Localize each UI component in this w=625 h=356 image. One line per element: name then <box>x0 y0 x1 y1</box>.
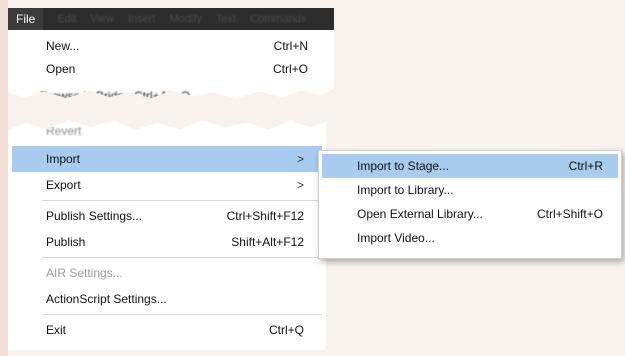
menu-item-label: Import <box>46 152 81 166</box>
submenu-item-import-to-stage[interactable]: Import to Stage... Ctrl+R <box>322 154 618 178</box>
menu-item-publish[interactable]: Publish Shift+Alt+F12 <box>12 229 322 255</box>
menu-modify-blurred[interactable]: Modify <box>169 13 201 25</box>
menu-item-label: Import Video... <box>357 231 435 245</box>
submenu-item-import-video[interactable]: Import Video... <box>319 226 621 250</box>
menu-item-shortcut: Shift+Alt+F12 <box>231 235 304 249</box>
file-menu-top-fragment: File Edit View Insert Modify Text Comman… <box>8 8 334 103</box>
menu-item-label: Open External Library... <box>357 207 483 221</box>
menu-item-shortcut: Ctrl+N <box>273 38 308 53</box>
menu-item-label: New... <box>46 38 80 53</box>
file-menu-top-list: New... Ctrl+N Open Ctrl+O <box>8 30 334 80</box>
menu-item-label: Publish <box>46 235 86 249</box>
import-submenu: Import to Stage... Ctrl+R Import to Libr… <box>318 150 622 259</box>
menu-commands-blurred[interactable]: Commands <box>250 13 306 25</box>
menu-separator <box>42 257 322 258</box>
menu-view-blurred[interactable]: View <box>90 13 114 25</box>
chevron-right-icon: > <box>296 178 304 192</box>
menu-item-shortcut: Ctrl+Q <box>268 323 304 337</box>
menu-item-revert-blurred: Revert <box>46 124 82 138</box>
menu-item-label: Export <box>46 178 81 192</box>
menu-item-label: ActionScript Settings... <box>46 292 167 306</box>
menu-item-actionscript-settings[interactable]: ActionScript Settings... <box>12 286 322 312</box>
menu-item-shortcut: Ctrl+Shift+F12 <box>226 209 304 223</box>
menu-item-label: AIR Settings... <box>46 266 123 280</box>
menu-item-label: Import to Library... <box>357 183 454 197</box>
menubar: File Edit View Insert Modify Text Comman… <box>8 8 334 30</box>
background-edge <box>0 0 8 356</box>
menu-separator <box>42 314 322 315</box>
blurred-menu-row: Browse in Bridge Ctrl+Alt+O <box>40 89 191 103</box>
menu-item-export[interactable]: Export > <box>12 172 322 198</box>
menu-item-label: Import to Stage... <box>357 159 450 173</box>
menu-item-import[interactable]: Import > <box>12 146 322 172</box>
submenu-item-import-to-library[interactable]: Import to Library... <box>319 178 621 202</box>
menu-item-shortcut: Ctrl+Shift+O <box>536 207 603 221</box>
menu-item-new[interactable]: New... Ctrl+N <box>8 34 334 57</box>
submenu-item-open-external-library[interactable]: Open External Library... Ctrl+Shift+O <box>319 202 621 226</box>
menu-item-publish-settings[interactable]: Publish Settings... Ctrl+Shift+F12 <box>12 203 322 229</box>
file-menu-main-list: Import > Export > Publish Settings... Ct… <box>12 146 322 343</box>
menu-file[interactable]: File <box>8 8 44 30</box>
menu-item-air-settings: AIR Settings... <box>12 260 322 286</box>
screenshot-stage: File Edit View Insert Modify Text Comman… <box>0 0 625 356</box>
menu-separator <box>42 200 322 201</box>
menu-item-open[interactable]: Open Ctrl+O <box>8 57 334 80</box>
menu-item-label: Exit <box>46 323 67 337</box>
menu-item-shortcut: Ctrl+R <box>568 159 603 173</box>
chevron-right-icon: > <box>296 152 304 166</box>
menu-item-shortcut: Ctrl+O <box>272 61 308 76</box>
menu-item-label: Publish Settings... <box>46 209 143 223</box>
menu-insert-blurred[interactable]: Insert <box>128 13 156 25</box>
menu-edit-blurred[interactable]: Edit <box>57 13 76 25</box>
menu-text-blurred[interactable]: Text <box>216 13 236 25</box>
menu-item-label: Open <box>46 61 76 76</box>
menu-item-exit[interactable]: Exit Ctrl+Q <box>12 317 322 343</box>
file-menu-main-fragment: Revert Import > Export > Publish Setting… <box>8 120 326 350</box>
